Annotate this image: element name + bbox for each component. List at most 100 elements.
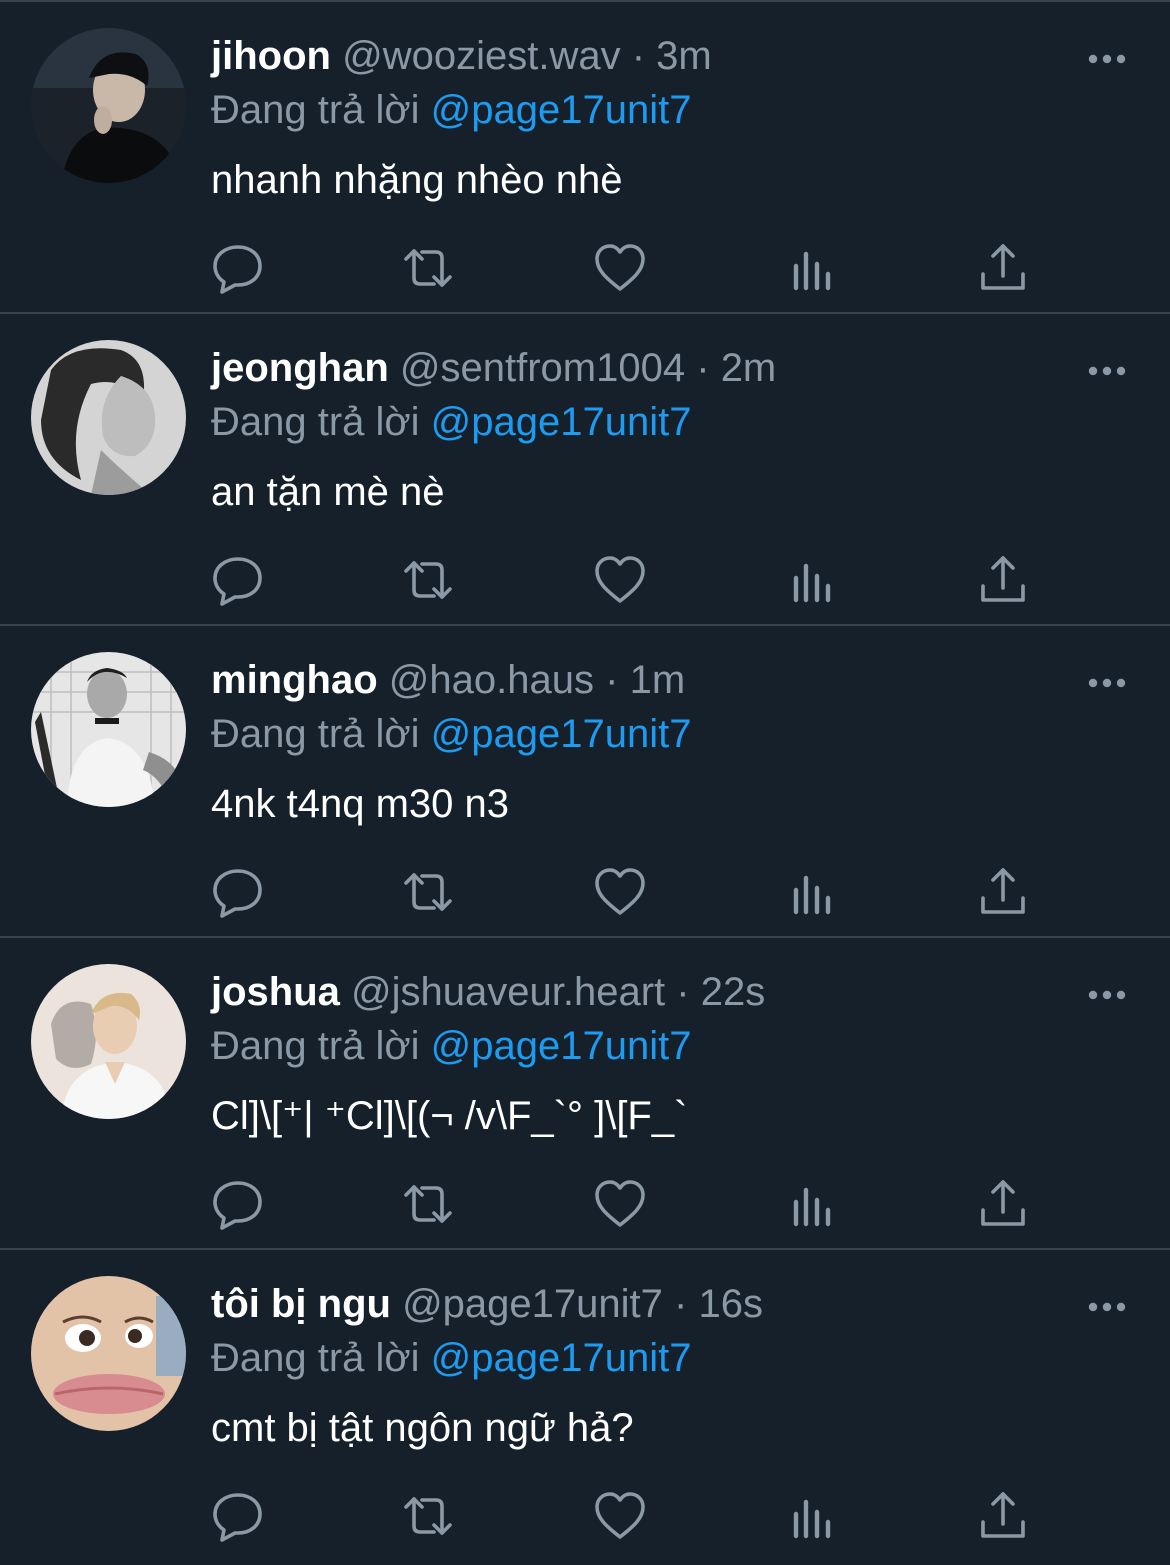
comment-bubble-icon [213,557,262,606]
replying-to-handle[interactable]: @page17unit7 [431,1336,692,1380]
tweet[interactable]: jeonghan @sentfrom1004 · 2m Đang trả lời… [0,312,1170,624]
heart-icon [595,1492,645,1539]
replying-to-handle[interactable]: @page17unit7 [431,400,692,444]
tweet[interactable]: minghao @hao.haus · 1m Đang trả lời @pag… [0,624,1170,936]
replying-to: Đang trả lời @page17unit7 [211,708,692,760]
user-handle[interactable]: @sentfrom1004 [400,346,685,390]
user-handle[interactable]: @jshuaveur.heart [351,970,665,1014]
avatar-image [31,652,186,807]
timestamp[interactable]: 1m [630,658,686,702]
replying-to: Đang trả lời @page17unit7 [211,1020,692,1072]
views-button[interactable] [782,238,842,298]
tweet-header: joshua @jshuaveur.heart · 22s [211,966,765,1018]
retweet-button[interactable] [398,550,458,610]
replying-to-label: Đang trả lời [211,1024,420,1068]
like-button[interactable] [590,238,650,298]
avatar-image [31,1276,186,1431]
replying-to-handle[interactable]: @page17unit7 [431,1024,692,1068]
action-bar [0,550,1170,610]
reply-button[interactable] [207,550,267,610]
bar-chart-icon [793,1499,831,1539]
avatar[interactable] [31,1276,186,1431]
display-name[interactable]: joshua [211,970,340,1014]
more-button[interactable] [1082,354,1132,388]
avatar[interactable] [31,652,186,807]
replying-to: Đang trả lời @page17unit7 [211,84,692,136]
avatar-image [31,964,186,1119]
tweet-text: cmt bị tật ngôn ngữ hả? [211,1406,634,1450]
more-horizontal-icon [1088,54,1126,64]
replying-to-label: Đang trả lời [211,1336,420,1380]
more-button[interactable] [1082,978,1132,1012]
tweet-header: minghao @hao.haus · 1m [211,654,685,706]
views-button[interactable] [782,1174,842,1234]
tweet-text: nhanh nhặng nhèo nhè [211,158,623,202]
comment-bubble-icon [213,869,262,918]
like-button[interactable] [590,550,650,610]
tweet[interactable]: jihoon @wooziest.wav · 3m Đang trả lời @… [0,0,1170,312]
timestamp[interactable]: 16s [698,1282,763,1326]
user-handle[interactable]: @wooziest.wav [342,34,620,78]
comment-bubble-icon [213,1181,262,1230]
like-button[interactable] [590,1174,650,1234]
views-button[interactable] [782,550,842,610]
replying-to-handle[interactable]: @page17unit7 [431,712,692,756]
user-handle[interactable]: @page17unit7 [402,1282,663,1326]
bar-chart-icon [793,563,831,603]
avatar[interactable] [31,340,186,495]
share-upload-icon [981,244,1025,290]
avatar-image [31,28,186,183]
avatar[interactable] [31,964,186,1119]
separator-dot: · [696,346,710,390]
more-horizontal-icon [1088,1302,1126,1312]
bar-chart-icon [793,875,831,915]
display-name[interactable]: tôi bị ngu [211,1282,391,1326]
reply-button[interactable] [207,1486,267,1546]
retweet-button[interactable] [398,238,458,298]
views-button[interactable] [782,862,842,922]
timestamp[interactable]: 3m [656,34,712,78]
action-bar [0,862,1170,922]
tweet[interactable]: tôi bị ngu @page17unit7 · 16s Đang trả l… [0,1248,1170,1565]
share-button[interactable] [973,550,1033,610]
more-button[interactable] [1082,42,1132,76]
retweet-button[interactable] [398,862,458,922]
more-horizontal-icon [1088,678,1126,688]
tweet-text: 4nk t4nq m30 n3 [211,782,509,826]
share-upload-icon [981,868,1025,914]
more-button[interactable] [1082,666,1132,700]
replying-to-label: Đang trả lời [211,400,420,444]
timestamp[interactable]: 2m [721,346,777,390]
more-horizontal-icon [1088,990,1126,1000]
views-button[interactable] [782,1486,842,1546]
replying-to: Đang trả lời @page17unit7 [211,396,692,448]
reply-timeline: jihoon @wooziest.wav · 3m Đang trả lời @… [0,0,1170,1565]
separator-dot: · [676,970,690,1014]
tweet[interactable]: joshua @jshuaveur.heart · 22s Đang trả l… [0,936,1170,1248]
retweet-button[interactable] [398,1486,458,1546]
reply-button[interactable] [207,862,267,922]
user-handle[interactable]: @hao.haus [389,658,594,702]
display-name[interactable]: minghao [211,658,378,702]
bar-chart-icon [793,1187,831,1227]
action-bar [0,238,1170,298]
share-button[interactable] [973,1486,1033,1546]
reply-button[interactable] [207,1174,267,1234]
more-button[interactable] [1082,1290,1132,1324]
share-button[interactable] [973,862,1033,922]
like-button[interactable] [590,1486,650,1546]
timestamp[interactable]: 22s [701,970,766,1014]
retweet-button[interactable] [398,1174,458,1234]
share-button[interactable] [973,238,1033,298]
share-button[interactable] [973,1174,1033,1234]
display-name[interactable]: jeonghan [211,346,389,390]
separator-dot: · [605,658,619,702]
retweet-arrows-icon [404,873,452,911]
display-name[interactable]: jihoon [211,34,331,78]
retweet-arrows-icon [404,1497,452,1535]
replying-to-handle[interactable]: @page17unit7 [431,88,692,132]
like-button[interactable] [590,862,650,922]
avatar[interactable] [31,28,186,183]
action-bar [0,1486,1170,1546]
reply-button[interactable] [207,238,267,298]
